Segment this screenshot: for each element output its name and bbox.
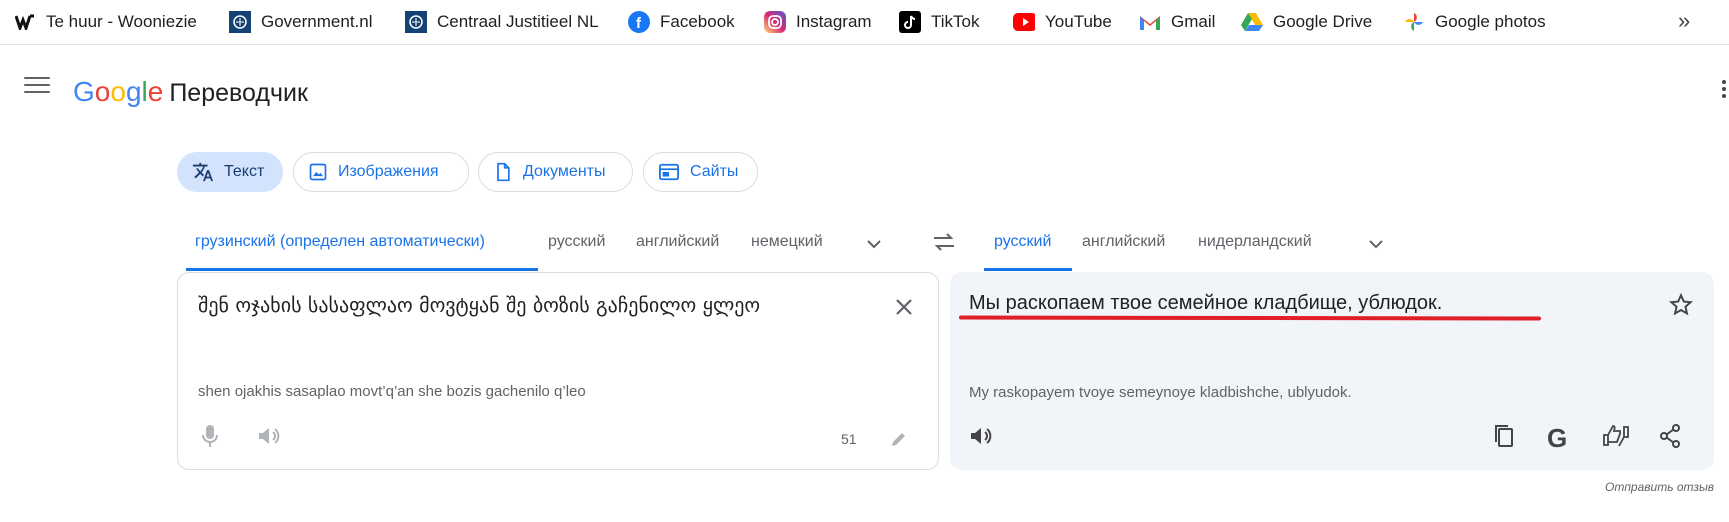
tab-websites[interactable]: Сайты xyxy=(643,152,758,192)
facebook-icon: f xyxy=(628,11,650,33)
source-panel: შენ ოჯახის სასაფლაო მოვტყან შე ბოზის გაჩ… xyxy=(177,272,939,470)
government-crest-icon xyxy=(229,11,251,33)
source-lang-indicator xyxy=(186,268,538,271)
tab-documents[interactable]: Документы xyxy=(478,152,633,192)
share-translation-icon[interactable] xyxy=(1658,423,1682,449)
translation-transliteration: My raskopayem tvoye semeynoye kladbishch… xyxy=(969,384,1352,401)
source-lang-detected[interactable]: грузинский (определен автоматически) xyxy=(195,233,485,251)
bookmark-justice[interactable]: Centraal Justitieel NL xyxy=(405,0,599,44)
bookmarks-bar: Te huur - Wooniezie Government.nl Centra… xyxy=(0,0,1729,45)
gmail-icon xyxy=(1139,11,1161,33)
target-panel: Мы раскопаем твое семейное кладбище, убл… xyxy=(950,272,1714,470)
youtube-icon xyxy=(1013,11,1035,33)
character-count: 51 xyxy=(841,431,857,447)
source-lang-russian[interactable]: русский xyxy=(548,233,605,251)
bookmarks-overflow-button[interactable]: » xyxy=(1678,8,1690,34)
source-lang-more-chevron-icon[interactable] xyxy=(864,234,884,254)
source-lang-german[interactable]: немецкий xyxy=(751,233,823,251)
save-translation-star-icon[interactable] xyxy=(1668,292,1694,318)
bookmark-facebook[interactable]: f Facebook xyxy=(628,0,735,44)
google-photos-icon xyxy=(1403,11,1425,33)
website-icon xyxy=(659,163,679,181)
bookmark-google-drive[interactable]: Google Drive xyxy=(1241,0,1372,44)
bookmark-instagram[interactable]: Instagram xyxy=(764,0,872,44)
more-options-icon[interactable] xyxy=(1722,80,1726,101)
product-name: Переводчик xyxy=(169,79,308,107)
swap-languages-icon[interactable] xyxy=(930,228,958,256)
instagram-icon xyxy=(764,11,786,33)
google-drive-icon xyxy=(1241,11,1263,33)
listen-translation-icon[interactable] xyxy=(968,424,994,448)
bookmark-government[interactable]: Government.nl xyxy=(229,0,373,44)
tiktok-icon xyxy=(899,11,921,33)
document-icon xyxy=(497,162,510,182)
microphone-icon[interactable] xyxy=(200,423,220,449)
annotation-underline xyxy=(958,315,1542,321)
target-lang-russian[interactable]: русский xyxy=(994,233,1051,251)
bookmark-wooniezie[interactable]: Te huur - Wooniezie xyxy=(14,0,197,44)
source-text-input[interactable]: შენ ოჯახის სასაფლაო მოვტყან შე ბოზის გაჩ… xyxy=(198,293,760,317)
listen-source-icon[interactable] xyxy=(256,424,282,448)
main-menu-icon[interactable] xyxy=(24,72,50,98)
rate-translation-icon[interactable] xyxy=(1602,423,1630,449)
send-feedback-link[interactable]: Отправить отзыв xyxy=(1605,480,1714,494)
translation-text: Мы раскопаем твое семейное кладбище, убл… xyxy=(969,292,1443,314)
google-search-icon[interactable]: G xyxy=(1547,423,1567,454)
google-translate-logo[interactable]: Google Переводчик xyxy=(73,76,308,108)
target-lang-indicator xyxy=(984,268,1072,271)
tab-images[interactable]: Изображения xyxy=(293,152,469,192)
source-lang-english[interactable]: английский xyxy=(636,233,719,251)
target-lang-dutch[interactable]: нидерландский xyxy=(1198,233,1312,251)
bookmark-gmail[interactable]: Gmail xyxy=(1139,0,1215,44)
bookmark-youtube[interactable]: YouTube xyxy=(1013,0,1112,44)
copy-translation-icon[interactable] xyxy=(1492,423,1516,449)
target-lang-english[interactable]: английский xyxy=(1082,233,1165,251)
translate-icon xyxy=(192,162,214,182)
clear-source-icon[interactable] xyxy=(892,295,916,319)
bookmark-tiktok[interactable]: TikTok xyxy=(899,0,980,44)
image-icon xyxy=(309,163,327,181)
bookmark-google-photos[interactable]: Google photos xyxy=(1403,0,1546,44)
tab-text[interactable]: Текст xyxy=(177,152,283,192)
wooniezie-icon xyxy=(14,11,36,33)
edit-pencil-icon[interactable] xyxy=(888,428,910,450)
justice-crest-icon xyxy=(405,11,427,33)
source-transliteration: shen ojakhis sasaplao movt’q’an she bozi… xyxy=(198,383,586,400)
target-lang-more-chevron-icon[interactable] xyxy=(1366,234,1386,254)
